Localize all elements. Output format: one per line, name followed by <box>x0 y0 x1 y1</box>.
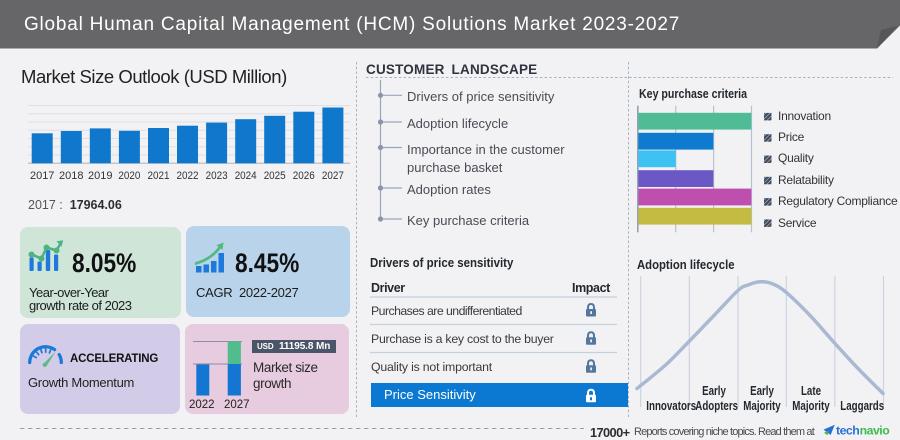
svg-text:navio: navio <box>860 424 891 438</box>
svg-text:tech: tech <box>836 424 859 438</box>
